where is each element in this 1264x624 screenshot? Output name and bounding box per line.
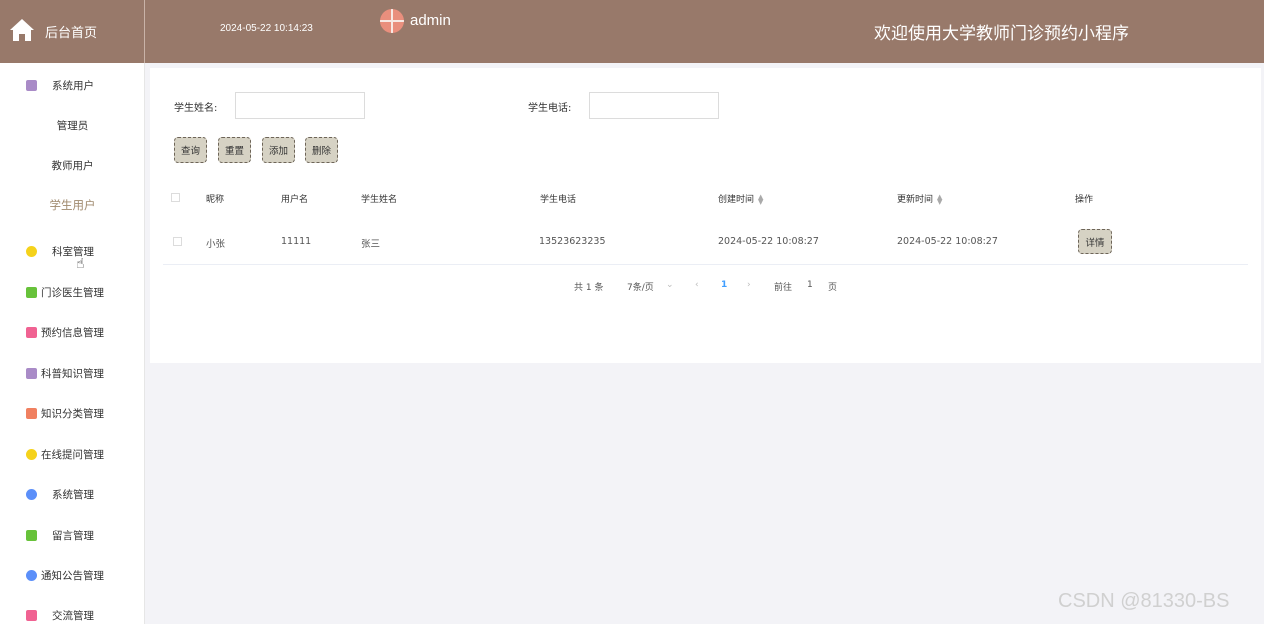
home-link[interactable]: 后台首页 [0,0,145,63]
avatar[interactable] [380,9,404,33]
row-checkbox[interactable] [173,237,182,246]
page-suffix: 页 [828,283,838,293]
query-button[interactable]: 查询 [174,137,207,163]
user-name[interactable]: admin [410,12,451,29]
delete-button[interactable]: 删除 [305,137,338,163]
sidebar-item-label: 预约信息管理 [41,326,104,339]
sort-icon[interactable]: ▲ ▼ [937,193,942,205]
sidebar-item-label: 系统管理 [52,488,94,501]
sidebar-item-label: 在线提问管理 [41,448,104,461]
column-header-label: 更新时间 [897,195,934,205]
grid-icon [26,407,37,419]
sidebar-subitem-admin[interactable]: 管理员 [0,115,145,137]
next-page-icon[interactable]: › [747,280,751,290]
calendar-icon [26,326,37,338]
page-title: 欢迎使用大学教师门诊预约小程序 [874,24,1129,44]
row-divider [163,264,1248,265]
cube-icon [26,245,37,257]
archive-icon [26,79,37,91]
sidebar-item-announcements[interactable]: 通知公告管理 [0,563,145,587]
column-header-created[interactable]: 创建时间 ▲ ▼ [718,192,763,205]
watermark: CSDN @81330-BS [1058,590,1230,612]
sidebar-item-clinic-doctors[interactable]: 门诊医生管理 [0,280,145,304]
sidebar-item-departments[interactable]: 科室管理 [0,239,145,263]
detail-button[interactable]: 详情 [1078,229,1112,254]
cell-username: 11111 [281,236,312,247]
cell-nickname: 小张 [206,239,226,250]
student-name-input[interactable] [235,92,365,119]
calendar-icon [26,609,37,621]
page-number-current[interactable]: 1 [721,280,727,290]
sidebar-item-system-users[interactable]: 系统用户 [0,73,145,97]
sidebar-item-science-knowledge[interactable]: 科普知识管理 [0,361,145,385]
sidebar-subitem-student-users[interactable]: 学生用户 [0,194,145,216]
sidebar-item-label: 留言管理 [52,529,94,542]
sidebar-item-label: 科室管理 [52,245,94,258]
sidebar-item-label: 门诊医生管理 [41,286,104,299]
sidebar-item-appointments[interactable]: 预约信息管理 [0,320,145,344]
sidebar: 系统用户 管理员 教师用户 学生用户 科室管理 门诊医生管理 预约信息管理 科普… [0,63,145,624]
pointer-cursor-icon: ☝ [76,256,85,272]
sidebar-item-exchange[interactable]: 交流管理 [0,603,145,624]
sidebar-item-system-management[interactable]: 系统管理 [0,482,145,506]
page-size-select[interactable]: 7条/页 [627,280,654,293]
cell-student-phone: 13523623235 [539,236,606,247]
cell-student-name: 张三 [361,239,381,250]
message-icon [26,529,37,541]
sidebar-subitem-teacher-users[interactable]: 教师用户 [0,155,145,177]
student-phone-label: 学生电话: [528,103,572,114]
chevron-down-icon[interactable]: ⌄ [666,280,674,290]
sidebar-item-label: 知识分类管理 [41,407,104,420]
cell-created: 2024-05-22 10:08:27 [718,236,819,247]
column-header-student-name: 学生姓名 [361,195,398,205]
add-button[interactable]: 添加 [262,137,295,163]
sidebar-item-label: 科普知识管理 [41,367,104,380]
column-header-username: 用户名 [281,195,309,205]
column-header-student-phone: 学生电话 [540,195,577,205]
message-icon [26,286,37,298]
home-icon [10,19,34,41]
main-panel: 学生姓名: 学生电话: 查询 重置 添加 删除 昵称 用户名 学生姓名 学生电话… [150,68,1261,363]
column-header-updated[interactable]: 更新时间 ▲ ▼ [897,192,942,205]
home-label: 后台首页 [45,26,98,41]
pagination-total: 共 1 条 [574,283,604,293]
sidebar-item-knowledge-categories[interactable]: 知识分类管理 [0,401,145,425]
cell-updated: 2024-05-22 10:08:27 [897,236,998,247]
top-header: 后台首页 2024-05-22 10:14:23 admin 欢迎使用大学教师门… [0,0,1264,63]
archive-icon [26,367,37,379]
star-icon [26,488,37,500]
select-all-checkbox[interactable] [171,193,180,202]
goto-label: 前往 [774,283,793,293]
cube-icon [26,448,37,460]
sidebar-item-label: 通知公告管理 [41,569,104,582]
goto-page-input[interactable]: 1 [807,280,813,290]
column-header-label: 创建时间 [718,195,755,205]
prev-page-icon[interactable]: ‹ [695,280,699,290]
sidebar-item-messages[interactable]: 留言管理 [0,523,145,547]
sidebar-item-label: 系统用户 [52,79,94,92]
sort-icon[interactable]: ▲ ▼ [758,193,763,205]
column-header-actions: 操作 [1075,195,1094,205]
student-phone-input[interactable] [589,92,719,119]
column-header-nickname: 昵称 [206,195,225,205]
star-icon [26,569,37,581]
student-name-label: 学生姓名: [174,103,218,114]
current-datetime: 2024-05-22 10:14:23 [220,23,313,34]
reset-button[interactable]: 重置 [218,137,251,163]
sidebar-item-label: 交流管理 [52,609,94,622]
sidebar-item-online-questions[interactable]: 在线提问管理 [0,442,145,466]
